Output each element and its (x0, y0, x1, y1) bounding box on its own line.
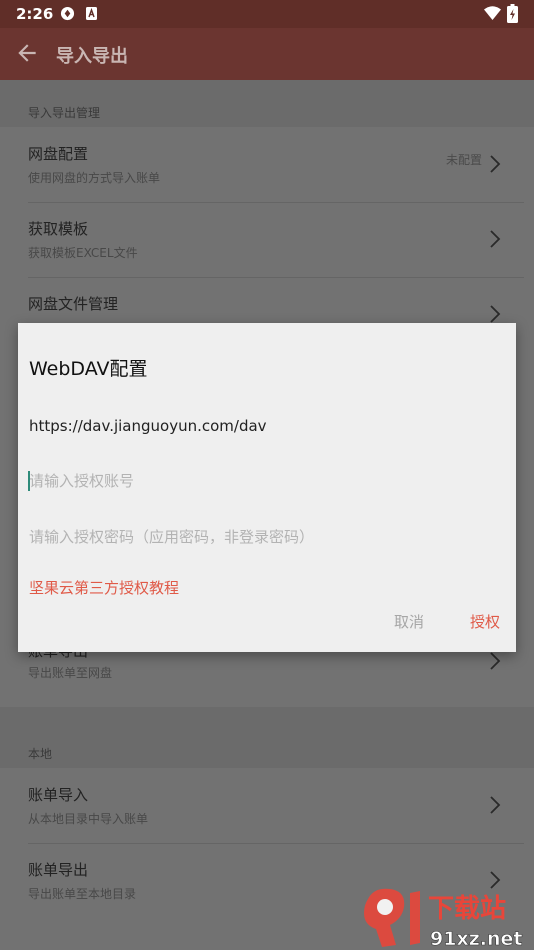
arrow-left-icon[interactable] (14, 40, 40, 66)
list-item-subtitle: 导出账单至网盘 (28, 666, 113, 680)
chevron-right-icon (490, 652, 501, 670)
section-header-import-export: 导入导出管理 (28, 106, 101, 120)
dialog-title: WebDAV配置 (29, 358, 148, 380)
tutorial-link[interactable]: 坚果云第三方授权教程 (29, 577, 179, 598)
list-item-subtitle: 获取模板EXCEL文件 (28, 246, 138, 260)
password-input[interactable] (29, 522, 505, 552)
site-watermark-logo: 下载站 91xz.net (364, 888, 523, 950)
page-title: 导入导出 (56, 46, 128, 67)
status-bar: 2:26 (0, 0, 534, 28)
chevron-right-icon (490, 305, 501, 323)
list-item-subtitle: 导出账单至本地目录 (28, 887, 137, 901)
authorize-button[interactable]: 授权 (470, 611, 500, 632)
list-item-get-template[interactable]: 获取模板 获取模板EXCEL文件 (0, 202, 534, 277)
webdav-config-dialog: WebDAV配置 https://dav.jianguoyun.com/dav … (18, 323, 516, 652)
status-time: 2:26 (16, 5, 54, 23)
wifi-icon (484, 6, 501, 20)
app-notification-icon (86, 7, 97, 20)
cancel-button[interactable]: 取消 (394, 611, 424, 632)
list-item-cloud-config[interactable]: 网盘配置 使用网盘的方式导入账单 未配置 (0, 127, 534, 202)
section-header-local: 本地 (28, 747, 53, 761)
config-status-value: 未配置 (445, 153, 482, 167)
list-item-title: 获取模板 (28, 220, 89, 238)
list-item-subtitle: 使用网盘的方式导入账单 (28, 171, 161, 185)
list-item-subtitle: 从本地目录中导入账单 (28, 812, 149, 826)
watermark-brand-text: 下载站 (428, 894, 506, 924)
list-item-title: 网盘文件管理 (28, 295, 119, 313)
battery-charging-icon (507, 4, 518, 23)
chevron-right-icon (490, 155, 501, 173)
chevron-right-icon (490, 796, 501, 814)
list-item-title: 账单导入 (28, 786, 89, 804)
sync-icon (60, 6, 75, 21)
watermark-domain-text: 91xz.net (430, 928, 522, 950)
list-item-title: 账单导出 (28, 861, 89, 879)
app-bar: 导入导出 (0, 28, 534, 80)
chevron-right-icon (490, 230, 501, 248)
list-item-title: 网盘配置 (28, 145, 89, 163)
list-item-bill-import-local[interactable]: 账单导入 从本地目录中导入账单 (0, 768, 534, 843)
text-cursor (28, 471, 30, 491)
webdav-url: https://dav.jianguoyun.com/dav (29, 417, 267, 435)
account-input[interactable] (29, 466, 505, 496)
